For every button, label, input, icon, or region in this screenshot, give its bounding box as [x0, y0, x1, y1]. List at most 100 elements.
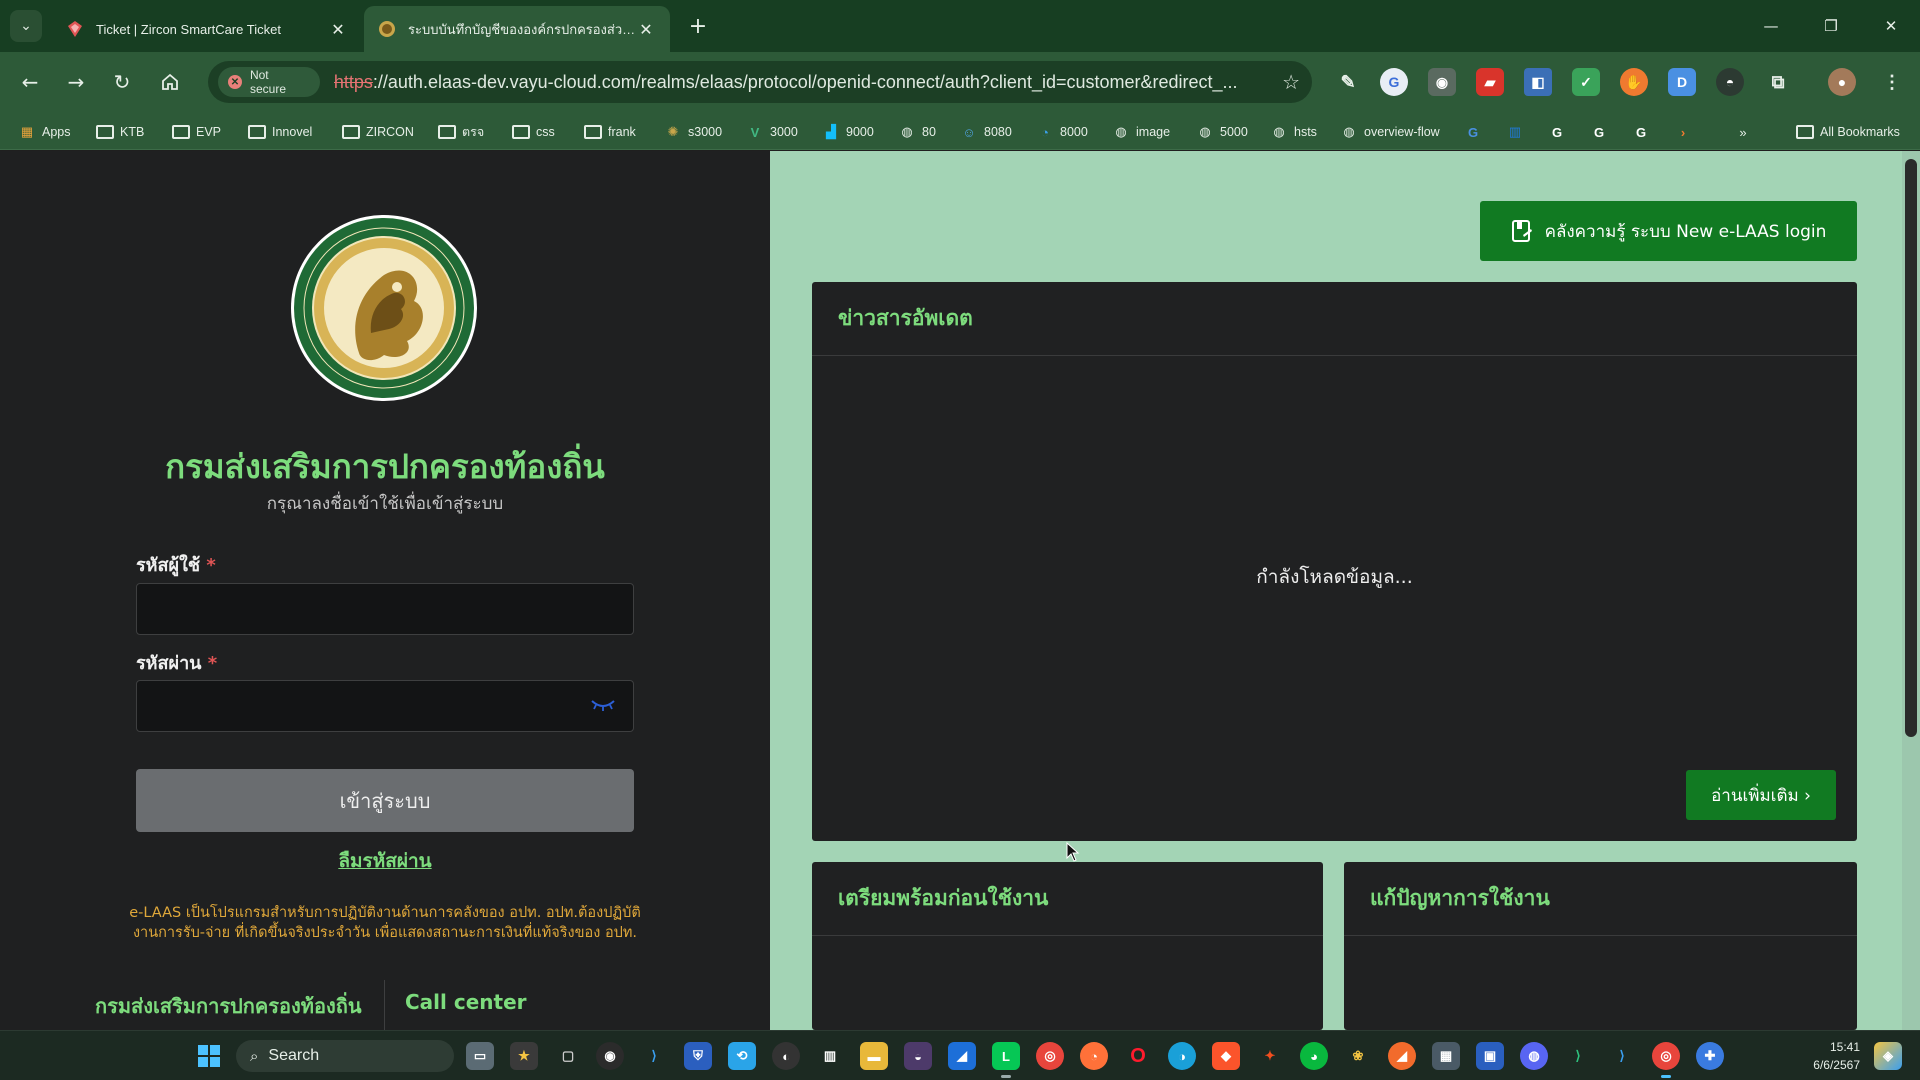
- bookmark-folder[interactable]: EVP: [172, 121, 221, 143]
- figma-icon[interactable]: ✦: [1256, 1042, 1284, 1070]
- security-app-icon[interactable]: ⛨: [684, 1042, 712, 1070]
- bookmark-link[interactable]: ◔ 8000: [1036, 121, 1088, 143]
- bookmark-folder[interactable]: Innovel: [248, 121, 312, 143]
- vscode-icon[interactable]: ⟩: [1608, 1042, 1636, 1070]
- footer-org-link[interactable]: กรมส่งเสริมการปกครองท้องถิ่น: [95, 990, 362, 1022]
- footer-callcenter-link[interactable]: Call center: [405, 990, 527, 1014]
- camera-extension-icon[interactable]: ◉: [1428, 68, 1456, 96]
- bookmark-link[interactable]: ◍ hsts: [1270, 121, 1317, 143]
- bookmark-apps[interactable]: ▦ Apps: [18, 121, 71, 143]
- copilot-icon[interactable]: ◈: [1874, 1042, 1902, 1070]
- profile-avatar[interactable]: ●: [1828, 68, 1856, 96]
- eye-closed-icon[interactable]: [590, 697, 616, 711]
- bookmark-link[interactable]: ✺ s3000: [664, 121, 723, 143]
- flag-extension-icon[interactable]: ◧: [1524, 68, 1552, 96]
- file-explorer-icon[interactable]: ▬: [860, 1042, 888, 1070]
- close-window-button[interactable]: ✕: [1876, 12, 1906, 40]
- bookmark-folder[interactable]: ZIRCON: [342, 121, 414, 143]
- bookmark-link[interactable]: ◍ 5000: [1196, 121, 1247, 143]
- login-button[interactable]: เข้าสู่ระบบ: [136, 769, 634, 832]
- forward-button[interactable]: →: [60, 66, 92, 98]
- bookmark-link[interactable]: ☺ 8080: [960, 121, 1011, 143]
- all-bookmarks[interactable]: All Bookmarks: [1796, 121, 1900, 143]
- password-input[interactable]: [136, 680, 634, 732]
- d-extension-icon[interactable]: D: [1668, 68, 1696, 96]
- address-bar[interactable]: ✕ Not secure https://auth.elaas-dev.vayu…: [208, 61, 1312, 103]
- new-tab-button[interactable]: +: [684, 12, 712, 40]
- hat-app-icon[interactable]: ◒: [904, 1042, 932, 1070]
- back-button[interactable]: ←: [14, 66, 46, 98]
- animal-app-icon[interactable]: ❀: [1344, 1042, 1372, 1070]
- arc-app-icon[interactable]: ◢: [948, 1042, 976, 1070]
- system-clock[interactable]: 15:41 6/6/2567: [1800, 1038, 1860, 1074]
- tab-elaas[interactable]: ระบบบันทึกบัญชีขององค์กรปกครองส่วนท้องถิ…: [364, 6, 670, 52]
- bookmarks-overflow-button[interactable]: »: [1734, 121, 1758, 143]
- vscode-icon[interactable]: ⟩: [640, 1042, 668, 1070]
- remote-desktop-icon[interactable]: ▦: [1432, 1042, 1460, 1070]
- username-input[interactable]: [136, 583, 634, 635]
- restore-button[interactable]: ❐: [1816, 12, 1846, 40]
- bookmark-folder[interactable]: ตรจ: [438, 121, 484, 143]
- wechat-icon[interactable]: ◕: [1300, 1042, 1328, 1070]
- screen-icon[interactable]: ▢: [554, 1042, 582, 1070]
- opera-icon[interactable]: O: [1124, 1042, 1152, 1070]
- bookmark-trello[interactable]: ▥: [1506, 121, 1530, 143]
- bookmark-link[interactable]: ◍ image: [1112, 121, 1170, 143]
- bookmark-google[interactable]: G: [1548, 121, 1572, 143]
- save-app-icon[interactable]: ▣: [1476, 1042, 1504, 1070]
- edge-icon[interactable]: ◑: [1168, 1042, 1196, 1070]
- puzzle-extensions-icon[interactable]: ⧉: [1764, 68, 1792, 96]
- bookmark-arrow[interactable]: ›: [1674, 121, 1698, 143]
- taskbar-search[interactable]: ⌕ Search: [236, 1040, 454, 1072]
- chart-app-icon[interactable]: ▥: [816, 1042, 844, 1070]
- firefox-icon[interactable]: ◔: [1080, 1042, 1108, 1070]
- discord-icon[interactable]: ◍: [1520, 1042, 1548, 1070]
- github-desktop-icon[interactable]: ◐: [772, 1042, 800, 1070]
- bookmark-folder[interactable]: css: [512, 121, 555, 143]
- chat-app-icon[interactable]: ◉: [596, 1042, 624, 1070]
- tab-ticket[interactable]: Ticket | Zircon SmartCare Ticket ✕: [52, 6, 362, 52]
- bookmark-link[interactable]: V 3000: [746, 121, 798, 143]
- bookmark-star-icon[interactable]: ☆: [1282, 70, 1300, 94]
- postman-icon[interactable]: ◢: [1388, 1042, 1416, 1070]
- read-more-button[interactable]: อ่านเพิ่มเติม ›: [1686, 770, 1836, 820]
- task-view-icon[interactable]: ▭: [466, 1042, 494, 1070]
- line-app-icon[interactable]: L: [992, 1042, 1020, 1070]
- widgets-icon[interactable]: ★: [510, 1042, 538, 1070]
- scrollbar-thumb[interactable]: [1905, 159, 1917, 737]
- chrome-active-icon[interactable]: ◎: [1652, 1042, 1680, 1070]
- bookmark-folder[interactable]: KTB: [96, 121, 144, 143]
- pen-extension-icon[interactable]: ✎: [1334, 68, 1362, 96]
- blue-app-icon[interactable]: ✚: [1696, 1042, 1724, 1070]
- security-chip[interactable]: ✕ Not secure: [218, 67, 320, 97]
- bookmark-folder[interactable]: frank: [584, 121, 636, 143]
- bookmark-google[interactable]: G: [1632, 121, 1656, 143]
- url-text[interactable]: https://auth.elaas-dev.vayu-cloud.com/re…: [334, 72, 1312, 93]
- vscode-insiders-icon[interactable]: ⟩: [1564, 1042, 1592, 1070]
- close-icon[interactable]: ✕: [636, 20, 656, 39]
- google-translate-extension-icon[interactable]: G: [1380, 68, 1408, 96]
- hand-extension-icon[interactable]: ✋: [1620, 68, 1648, 96]
- windows-start-icon[interactable]: [198, 1045, 220, 1067]
- brave-icon[interactable]: ◆: [1212, 1042, 1240, 1070]
- bookmark-translate[interactable]: G: [1464, 121, 1488, 143]
- bookmark-link[interactable]: ◍ overview-flow: [1340, 121, 1439, 143]
- page-scrollbar[interactable]: [1902, 151, 1920, 1030]
- bookmark-link[interactable]: ▟ 9000: [822, 121, 874, 143]
- sync-app-icon[interactable]: ⟲: [728, 1042, 756, 1070]
- red-extension-icon[interactable]: ▰: [1476, 68, 1504, 96]
- bookmark-google[interactable]: G: [1590, 121, 1614, 143]
- close-icon[interactable]: ✕: [328, 20, 348, 39]
- forgot-password-link[interactable]: ลืมรหัสผ่าน: [0, 846, 770, 876]
- chrome-icon[interactable]: ◎: [1036, 1042, 1064, 1070]
- home-button[interactable]: [154, 66, 186, 98]
- kebab-menu-icon[interactable]: ⋮: [1878, 68, 1906, 96]
- bookmark-link[interactable]: ◍ 80: [898, 121, 936, 143]
- spy-extension-icon[interactable]: ◓: [1716, 68, 1744, 96]
- knowledge-base-button[interactable]: คลังความรู้ ระบบ New e-LAAS login: [1480, 201, 1857, 261]
- minimize-button[interactable]: —: [1756, 12, 1786, 40]
- shield-extension-icon[interactable]: ✓: [1572, 68, 1600, 96]
- system-description: e-LAAS เป็นโปรแกรมสำหรับการปฏิบัติงานด้า…: [110, 903, 660, 943]
- reload-button[interactable]: ↻: [106, 66, 138, 98]
- tab-search-button[interactable]: ⌄: [10, 10, 42, 42]
